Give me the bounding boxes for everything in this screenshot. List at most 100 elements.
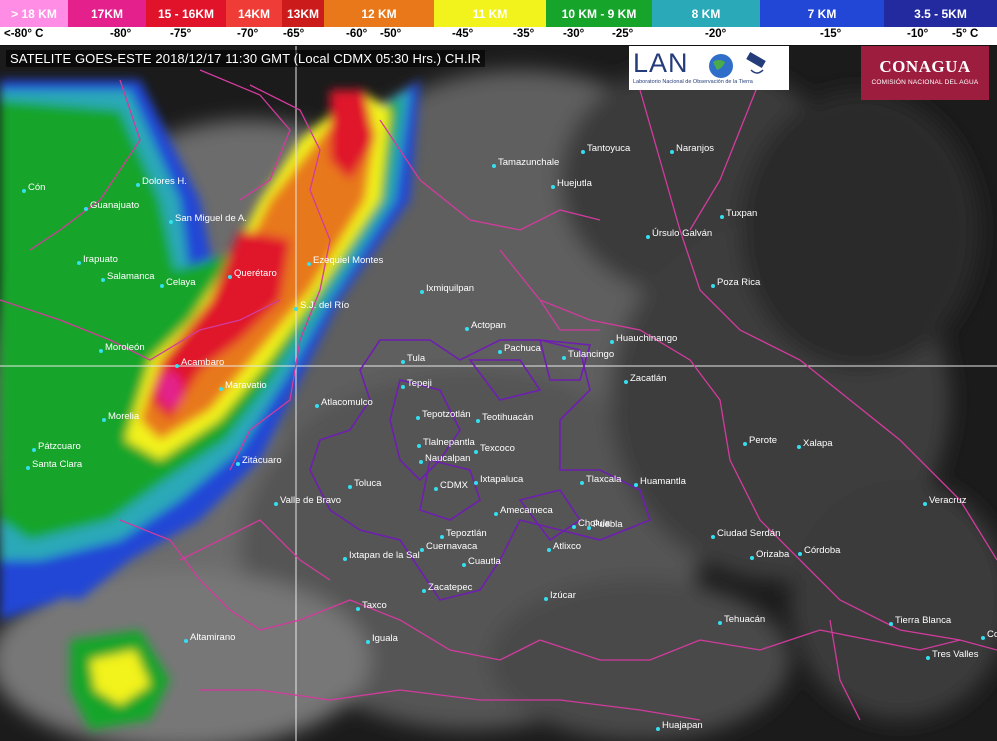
city-label: Puebla (593, 519, 623, 530)
city-marker (401, 360, 405, 364)
city-marker (547, 548, 551, 552)
city-label: Atlacomulco (321, 397, 373, 408)
city-marker (646, 235, 650, 239)
city-marker (474, 450, 478, 454)
scale-temperature: -15° (820, 28, 842, 40)
city-label: Zacatlán (630, 373, 667, 384)
city-marker (634, 483, 638, 487)
city-marker (494, 512, 498, 516)
city-label: Zacatepec (428, 582, 473, 593)
city-label: Naranjos (676, 143, 715, 154)
city-marker (581, 150, 585, 154)
city-marker (440, 535, 444, 539)
city-marker (274, 502, 278, 506)
city-marker (580, 481, 584, 485)
city-label: Tepoztlán (446, 528, 487, 539)
city-label: Tlalnepantla (423, 437, 475, 448)
city-label: Tepeji (407, 378, 432, 389)
scale-segment: 12 KM (324, 0, 434, 27)
city-marker (184, 639, 188, 643)
scale-temperature: -10° (907, 28, 929, 40)
city-marker (711, 535, 715, 539)
city-label: Tula (407, 353, 426, 364)
city-label: Pachuca (504, 343, 541, 354)
city-label: S.J. del Río (300, 300, 350, 311)
city-label: Tamazunchale (498, 157, 560, 168)
city-label: Tehuacán (724, 614, 766, 625)
scale-segment: 3.5 - 5KM (884, 0, 997, 27)
city-label: Salamanca (107, 271, 155, 282)
scale-segment: 13KM (282, 0, 324, 27)
city-label: Acambaro (181, 357, 225, 368)
city-label: Ixtapan de la Sal (349, 550, 420, 561)
city-marker (417, 444, 421, 448)
city-marker (797, 445, 801, 449)
city-label: Tres Valles (932, 649, 979, 660)
city-marker (401, 385, 405, 389)
scale-segment: 11 KM (434, 0, 546, 27)
scale-temperature: -65° (283, 28, 305, 40)
city-label: Valle de Bravo (280, 495, 342, 506)
city-label: Veracruz (929, 495, 967, 506)
scale-temperature: -50° (380, 28, 402, 40)
city-label: Tuxpan (726, 208, 758, 219)
city-label: Cón (28, 182, 46, 193)
city-label: Úrsulo Galván (652, 228, 713, 239)
city-marker (434, 487, 438, 491)
city-marker (610, 340, 614, 344)
city-marker (315, 404, 319, 408)
city-label: Zitácuaro (242, 455, 282, 466)
city-label: Querétaro (234, 268, 277, 279)
city-marker (981, 636, 985, 640)
scale-temperature: -60° (346, 28, 368, 40)
city-marker (366, 640, 370, 644)
city-label: Altamirano (190, 632, 236, 643)
lanot-logo: LAN Laboratorio Nacional de Observación … (629, 46, 789, 90)
scale-temperature: -5° C (952, 28, 979, 40)
city-marker (294, 307, 298, 311)
city-marker (474, 481, 478, 485)
city-label: Santa Clara (32, 459, 83, 470)
city-label: Atlixco (553, 541, 581, 552)
city-label: Dolores H. (142, 176, 187, 187)
city-marker (544, 597, 548, 601)
scale-temperature: -45° (452, 28, 474, 40)
city-marker (670, 150, 674, 154)
city-marker (462, 563, 466, 567)
satellite-image (0, 46, 997, 741)
city-label: Izúcar (550, 590, 576, 601)
image-title: SATELITE GOES-ESTE 2018/12/17 11:30 GMT … (6, 50, 485, 67)
city-label: Ciudad Serdán (717, 528, 781, 539)
city-label: Córdoba (804, 545, 841, 556)
city-label: Tepotzotlán (422, 409, 471, 420)
city-label: Huauchinango (616, 333, 678, 344)
scale-temperature: -70° (237, 28, 259, 40)
scale-segment: > 18 KM (0, 0, 68, 27)
city-marker (476, 419, 480, 423)
city-marker (419, 460, 423, 464)
scale-segment: 10 KM - 9 KM (546, 0, 652, 27)
city-label: Orizaba (756, 549, 790, 560)
city-marker (219, 387, 223, 391)
city-marker (420, 548, 424, 552)
city-marker (343, 557, 347, 561)
conagua-logo: CONAGUA COMISIÓN NACIONAL DEL AGUA (861, 46, 989, 100)
city-label: Guanajuato (90, 200, 140, 211)
city-marker (587, 526, 591, 530)
city-marker (889, 622, 893, 626)
city-marker (420, 290, 424, 294)
city-label: Toluca (354, 478, 382, 489)
city-marker (572, 525, 576, 529)
city-marker (99, 349, 103, 353)
city-label: Tierra Blanca (895, 615, 952, 626)
city-marker (492, 164, 496, 168)
city-marker (750, 556, 754, 560)
scale-segment: 8 KM (652, 0, 760, 27)
scale-temperature: -20° (705, 28, 727, 40)
city-label: Ezequiel Montes (313, 255, 384, 266)
city-label: Actopan (471, 320, 506, 331)
city-label: Perote (749, 435, 777, 446)
city-label: Moroleón (105, 342, 145, 353)
city-marker (926, 656, 930, 660)
lanot-logo-text: LAN (633, 48, 689, 78)
